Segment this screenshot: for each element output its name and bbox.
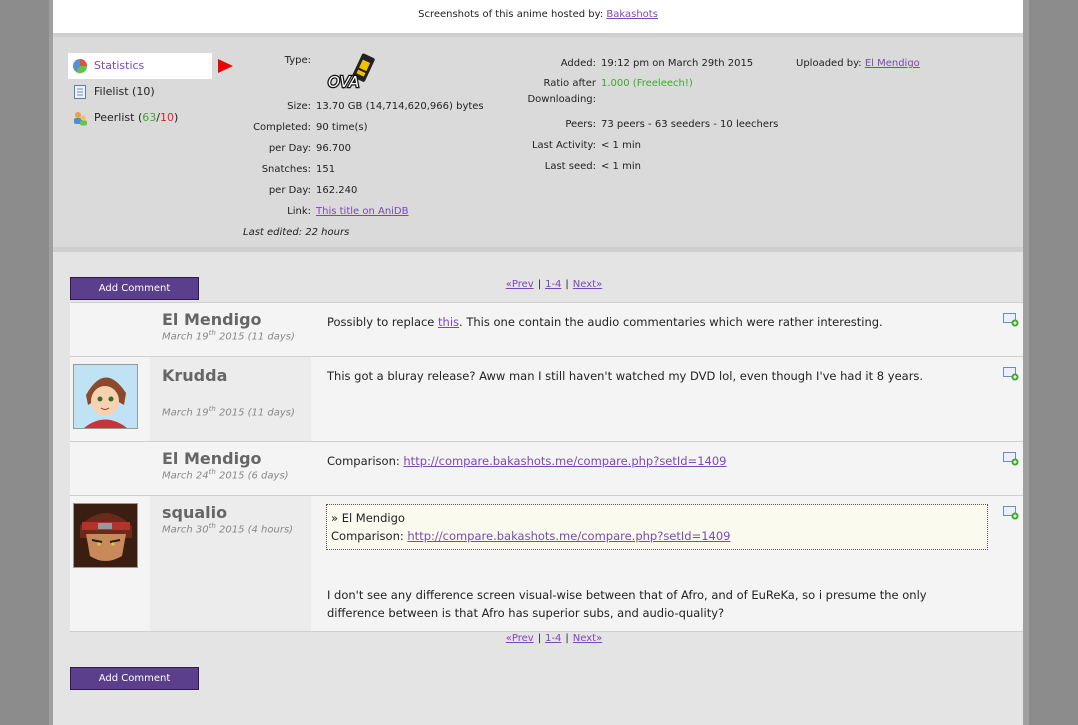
comment-username[interactable]: El Mendigo bbox=[150, 442, 311, 468]
pagination-bottom: «Prev | 1-4 | Next» bbox=[505, 633, 603, 644]
comment-username[interactable]: El Mendigo bbox=[150, 303, 311, 329]
last-edited: Last edited: 22 hours bbox=[243, 227, 350, 238]
comment-user: El Mendigo March 24th 2015 (6 days) bbox=[150, 442, 311, 496]
nav-filelist-label: Filelist (10) bbox=[94, 85, 155, 98]
comment-text: I don't see any difference screen visual… bbox=[327, 588, 927, 620]
comment-item: El Mendigo March 19th 2015 (11 days) Pos… bbox=[70, 302, 1023, 357]
quote-icon[interactable] bbox=[1003, 313, 1019, 327]
file-icon bbox=[72, 84, 88, 100]
snatches-row: Snatches: 151 bbox=[261, 164, 336, 175]
quote-icon[interactable] bbox=[1003, 452, 1019, 466]
info-nav: Statistics Filelist (10) Peerlist (63/10… bbox=[68, 53, 268, 131]
quote-icon[interactable] bbox=[1003, 367, 1019, 381]
size-row: Size: 13.70 GB (14,714,620,966) bytes bbox=[287, 101, 484, 112]
pagination-top: «Prev | 1-4 | Next» bbox=[505, 279, 603, 290]
stats-column-1: Type: OVA Size: 13.70 GB (14,714,620,966)… bbox=[243, 53, 523, 243]
comment-user: Krudda March 19th 2015 (11 days) bbox=[150, 357, 311, 442]
comment-avatar-cell bbox=[70, 357, 150, 442]
link-row: Link: This title on AniDB bbox=[243, 201, 523, 222]
divider bbox=[53, 247, 1023, 252]
nav-peerlist[interactable]: Peerlist (63/10) bbox=[68, 105, 268, 131]
comment-username[interactable]: Krudda bbox=[150, 357, 311, 385]
add-comment-button[interactable]: Add Comment bbox=[70, 667, 199, 690]
comment-user: El Mendigo March 19th 2015 (11 days) bbox=[150, 303, 311, 357]
quote-compare-link[interactable]: http://compare.bakashots.me/compare.php?… bbox=[407, 529, 730, 543]
uploader-link[interactable]: El Mendigo bbox=[865, 58, 920, 69]
comment-body: Comparison: http://compare.bakashots.me/… bbox=[311, 442, 1023, 496]
page-range-link[interactable]: 1-4 bbox=[545, 633, 561, 644]
comment-text: This got a bluray release? Aww man I sti… bbox=[327, 369, 924, 383]
ova-icon: OVA bbox=[326, 53, 382, 101]
svg-text:OVA: OVA bbox=[328, 73, 359, 91]
comment-body: Possibly to replace this. This one conta… bbox=[311, 303, 1023, 357]
comment-item: El Mendigo March 24th 2015 (6 days) Comp… bbox=[70, 441, 1023, 496]
comment-date: March 19th 2015 (11 days) bbox=[162, 329, 295, 343]
comment-date: March 30th 2015 (4 hours) bbox=[162, 522, 294, 536]
hosted-text: Screenshots of this anime hosted by: bbox=[418, 9, 604, 20]
completed-row: Completed: 90 time(s) bbox=[253, 122, 368, 133]
type-row: Type: OVA bbox=[243, 53, 523, 96]
peer-leechers: 10 bbox=[159, 111, 174, 124]
comment-user: squalio March 30th 2015 (4 hours) bbox=[150, 496, 311, 631]
comment-date: March 19th 2015 (11 days) bbox=[162, 405, 295, 419]
perday-row-1: per Day: 96.700 bbox=[268, 143, 351, 154]
nav-statistics-label: Statistics bbox=[94, 59, 145, 72]
prev-link[interactable]: «Prev bbox=[506, 633, 534, 644]
ratio-row: Ratio after Downloading: 1.000 (Freeleech… bbox=[527, 78, 693, 105]
prev-link[interactable]: «Prev bbox=[506, 279, 534, 290]
hosted-bar: Screenshots of this anime hosted by: Bak… bbox=[53, 0, 1023, 33]
page-content: Screenshots of this anime hosted by: Bak… bbox=[53, 0, 1023, 725]
compare-link[interactable]: http://compare.bakashots.me/compare.php?… bbox=[403, 454, 726, 468]
comment-avatar-cell bbox=[70, 496, 150, 631]
perday-row-2: per Day: 162.240 bbox=[268, 185, 358, 196]
avatar[interactable] bbox=[73, 503, 138, 568]
avatar[interactable] bbox=[73, 364, 138, 429]
quote-author: » El Mendigo bbox=[331, 511, 405, 525]
torrent-info-panel: Statistics Filelist (10) Peerlist (63/10… bbox=[53, 37, 1023, 247]
comment-date: March 24th 2015 (6 days) bbox=[162, 468, 289, 482]
page-range-link[interactable]: 1-4 bbox=[545, 279, 561, 290]
peers-row: Peers: 73 peers - 63 seeders - 10 leecher… bbox=[565, 119, 779, 130]
nav-statistics[interactable]: Statistics bbox=[68, 53, 233, 79]
comment-username[interactable]: squalio bbox=[150, 496, 311, 522]
comment-body: This got a bluray release? Aww man I sti… bbox=[311, 357, 1023, 442]
quote-icon[interactable] bbox=[1003, 506, 1019, 520]
statistics-icon bbox=[72, 58, 88, 74]
uploader: Uploaded by: El Mendigo bbox=[796, 53, 1016, 74]
anidb-link[interactable]: This title on AniDB bbox=[316, 201, 409, 222]
activity-row: Last Activity: < 1 min bbox=[531, 140, 641, 151]
type-label: Type: bbox=[284, 55, 311, 66]
comment-item: Krudda March 19th 2015 (11 days) This go… bbox=[70, 356, 1023, 442]
nav-filelist[interactable]: Filelist (10) bbox=[68, 79, 268, 105]
add-comment-button[interactable]: Add Comment bbox=[70, 277, 199, 300]
nav-peerlist-label: Peerlist (63/10) bbox=[94, 111, 179, 124]
comment-body: » El Mendigo Comparison: http://compare.… bbox=[311, 496, 1023, 631]
next-link[interactable]: Next» bbox=[573, 279, 602, 290]
uploaded-label: Uploaded by: bbox=[796, 58, 862, 69]
peers-icon bbox=[72, 110, 88, 126]
next-link[interactable]: Next» bbox=[573, 633, 602, 644]
lastseed-row: Last seed: < 1 min bbox=[544, 161, 641, 172]
comment-item: squalio March 30th 2015 (4 hours) » El M… bbox=[70, 495, 1023, 632]
comment-link[interactable]: this bbox=[438, 315, 459, 329]
stats-column-2: Added: 19:12 pm on March 29th 2015 Ratio … bbox=[508, 53, 808, 177]
bakashots-link[interactable]: Bakashots bbox=[606, 9, 658, 20]
quote-block: » El Mendigo Comparison: http://compare.… bbox=[326, 504, 988, 550]
active-arrow-icon bbox=[218, 59, 233, 73]
added-row: Added: 19:12 pm on March 29th 2015 bbox=[560, 58, 754, 69]
peer-seeders: 63 bbox=[142, 111, 157, 124]
